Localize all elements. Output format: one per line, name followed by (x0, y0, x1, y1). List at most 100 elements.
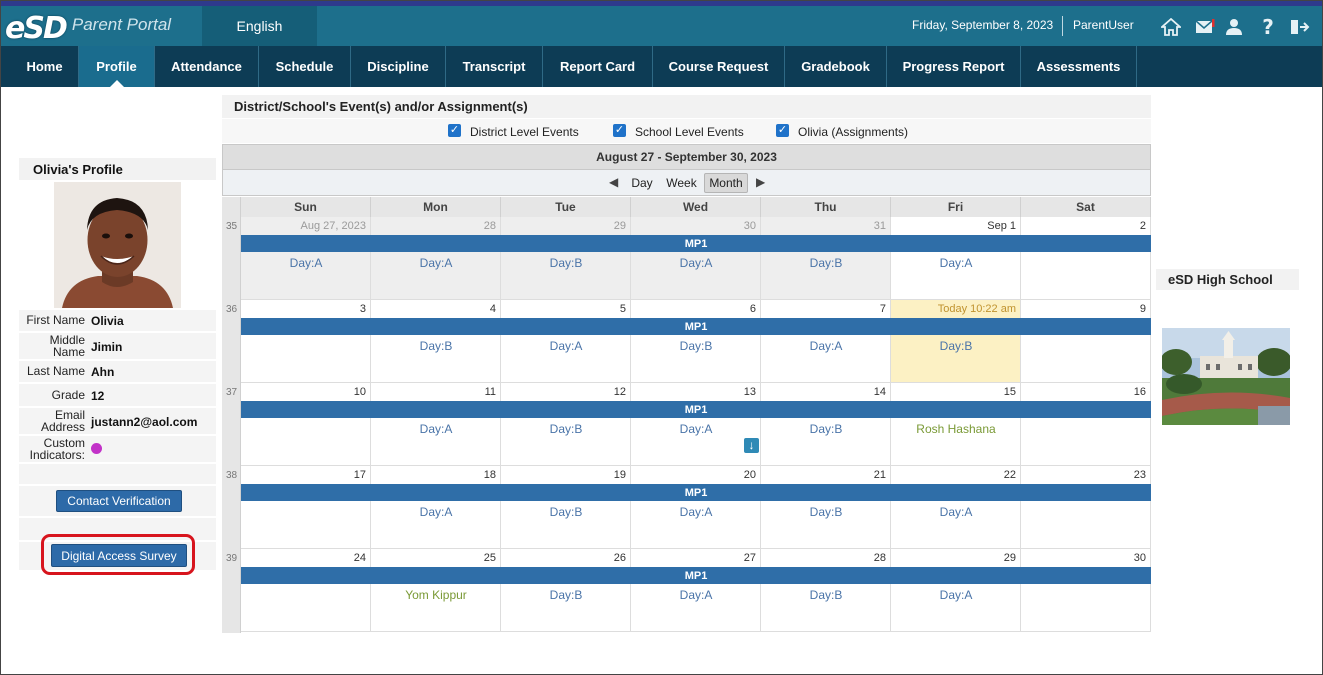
district-events-label[interactable]: District Level Events (470, 125, 579, 139)
language-selector[interactable]: English (202, 6, 317, 46)
calendar-day-cell[interactable]: 12 Day:B (501, 383, 631, 466)
day-rotation-label: Day:A (419, 505, 453, 519)
calendar-day-cell[interactable]: 16 (1021, 383, 1151, 466)
more-events-arrow-icon[interactable]: ↓ (744, 438, 759, 453)
previous-arrow-icon[interactable]: ◀ (609, 175, 618, 189)
middle-name-row: Middle Name Jimin (19, 333, 216, 359)
assignments-checkbox[interactable]: ✓ (776, 124, 789, 137)
view-month-button[interactable]: Month (704, 173, 748, 193)
mail-icon[interactable] (1194, 16, 1216, 38)
calendar-day-cell[interactable]: 5 Day:A (501, 300, 631, 383)
calendar-event[interactable]: Yom Kippur (371, 588, 501, 602)
day-header-sat: Sat (1021, 197, 1151, 217)
logo-mark: eSD (5, 10, 68, 46)
nav-assessments[interactable]: Assessments (1021, 46, 1137, 87)
calendar-day-cell[interactable]: Sep 1 Day:A (891, 217, 1021, 300)
calendar-day-cell[interactable]: 27 Day:A (631, 549, 761, 632)
calendar-day-cell[interactable]: 10 (241, 383, 371, 466)
calendar-day-cell[interactable]: 30 (1021, 549, 1151, 632)
day-number: 10 (353, 386, 366, 398)
day-number: 21 (873, 469, 886, 481)
calendar-day-cell[interactable]: 30 Day:A (631, 217, 761, 300)
current-date: Friday, September 8, 2023 (912, 18, 1054, 32)
day-number: 28 (873, 552, 886, 564)
marking-period-band[interactable]: MP1 (241, 401, 1151, 418)
calendar-day-cell[interactable]: 11 Day:A (371, 383, 501, 466)
day-rotation-label: Day:B (809, 588, 843, 602)
nav-discipline[interactable]: Discipline (351, 46, 446, 87)
marking-period-band[interactable]: MP1 (241, 567, 1151, 584)
nav-report-card[interactable]: Report Card (543, 46, 653, 87)
logout-icon[interactable] (1289, 16, 1311, 38)
calendar-day-cell[interactable]: 18 Day:A (371, 466, 501, 549)
calendar-day-cell[interactable]: Today 10:22 am Day:B (891, 300, 1021, 383)
calendar-day-cell[interactable]: 22 Day:A (891, 466, 1021, 549)
home-icon[interactable] (1160, 16, 1182, 38)
nav-profile[interactable]: Profile (79, 46, 155, 87)
calendar-day-cell[interactable]: 25 Yom Kippur (371, 549, 501, 632)
marking-period-band[interactable]: MP1 (241, 484, 1151, 501)
calendar-day-cell[interactable]: 14 Day:B (761, 383, 891, 466)
grade-label: Grade (51, 388, 85, 402)
calendar-day-cell[interactable]: 15 Rosh Hashana (891, 383, 1021, 466)
calendar-day-cell[interactable]: 23 (1021, 466, 1151, 549)
calendar-day-cell[interactable]: 19 Day:B (501, 466, 631, 549)
calendar-event[interactable]: Rosh Hashana (891, 422, 1021, 436)
day-rotation-label: Day:B (549, 505, 583, 519)
calendar-day-cell[interactable]: 20 Day:A (631, 466, 761, 549)
nav-transcript[interactable]: Transcript (446, 46, 543, 87)
day-header-tue: Tue (501, 197, 631, 217)
help-icon[interactable]: ? (1257, 15, 1279, 39)
calendar-day-cell[interactable]: 24 (241, 549, 371, 632)
day-number: 4 (489, 303, 496, 315)
calendar-day-cell[interactable]: 17 (241, 466, 371, 549)
nav-schedule[interactable]: Schedule (259, 46, 351, 87)
day-rotation-label: Day:A (549, 339, 583, 353)
calendar-day-cell[interactable]: 28 Day:A (371, 217, 501, 300)
nav-course-request[interactable]: Course Request (653, 46, 785, 87)
contact-verification-button[interactable]: Contact Verification (56, 490, 182, 512)
school-events-checkbox[interactable]: ✓ (613, 124, 626, 137)
nav-attendance[interactable]: Attendance (155, 46, 259, 87)
calendar-day-cell[interactable]: 7 Day:A (761, 300, 891, 383)
marking-period-band[interactable]: MP1 (241, 318, 1151, 335)
district-events-checkbox[interactable]: ✓ (448, 124, 461, 137)
day-rotation-label: Day:B (549, 588, 583, 602)
marking-period-band[interactable]: MP1 (241, 235, 1151, 252)
main-nav: Home Profile Attendance Schedule Discipl… (1, 46, 1322, 87)
view-week-button[interactable]: Week (663, 173, 700, 193)
event-filters: ✓ District Level Events ✓ School Level E… (222, 119, 1151, 143)
calendar-day-cell[interactable]: Aug 27, 2023 Day:A (241, 217, 371, 300)
calendar-day-cell[interactable]: 4 Day:B (371, 300, 501, 383)
calendar-day-cell[interactable]: 3 (241, 300, 371, 383)
nav-progress-report[interactable]: Progress Report (887, 46, 1021, 87)
school-events-label[interactable]: School Level Events (635, 125, 744, 139)
day-rotation-label: Day:A (679, 505, 713, 519)
week-number-header (222, 197, 241, 217)
calendar-day-cell[interactable]: 31 Day:B (761, 217, 891, 300)
logo[interactable]: eSD Parent Portal (5, 10, 171, 46)
view-day-button[interactable]: Day (627, 173, 657, 193)
calendar-day-cell[interactable]: 2 (1021, 217, 1151, 300)
middle-name-value: Jimin (91, 340, 123, 354)
day-rotation-label: Day:A (289, 256, 323, 270)
date-range: August 27 - September 30, 2023 (222, 144, 1151, 170)
calendar-day-cell[interactable]: 6 Day:B (631, 300, 761, 383)
day-rotation-label: Day:B (419, 339, 453, 353)
day-number: 3 (359, 303, 366, 315)
nav-home[interactable]: Home (11, 46, 79, 87)
user-name[interactable]: ParentUser (1073, 18, 1134, 32)
calendar-day-cell[interactable]: 13 Day:A ↓ (631, 383, 761, 466)
calendar-day-cell[interactable]: 21 Day:B (761, 466, 891, 549)
user-icon[interactable] (1223, 16, 1245, 38)
nav-gradebook[interactable]: Gradebook (785, 46, 887, 87)
next-arrow-icon[interactable]: ▶ (756, 175, 765, 189)
week-number: 39 (225, 553, 238, 564)
calendar-day-cell[interactable]: 28 Day:B (761, 549, 891, 632)
calendar-day-cell[interactable]: 29 Day:A (891, 549, 1021, 632)
assignments-label[interactable]: Olivia (Assignments) (798, 125, 908, 139)
calendar-day-cell[interactable]: 26 Day:B (501, 549, 631, 632)
calendar-day-cell[interactable]: 29 Day:B (501, 217, 631, 300)
grade-row: Grade 12 (19, 384, 216, 406)
calendar-day-cell[interactable]: 9 (1021, 300, 1151, 383)
